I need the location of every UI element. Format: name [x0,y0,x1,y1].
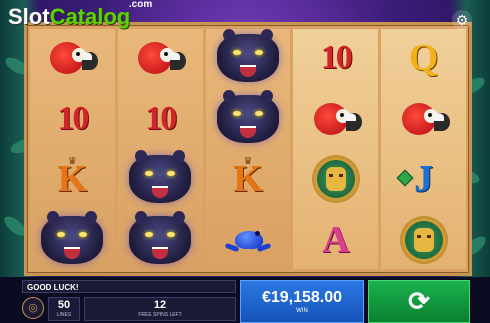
reels-grid: 10 ♛ K 10 ♛ K 10 A Q J [30,27,466,270]
crown-icon: ♛ [67,156,77,167]
symbol-mask [381,211,466,270]
symbol-king: ♛ K [206,150,291,209]
symbol-panther [118,208,203,270]
lines-label: LINES [56,312,72,318]
symbol-parrot [293,90,378,149]
symbol-frog [206,211,291,270]
panther-icon [129,148,192,204]
symbol-ten-label: 10 [320,39,353,77]
symbol-ten: 10 [30,90,115,149]
symbol-queen-label: Q [408,37,439,80]
reel-3: ♛ K [205,27,291,270]
panther-icon [216,27,279,83]
symbol-ace-label: A [322,218,350,261]
symbol-jack-label: J [414,158,434,201]
free-spins-label: FREE SPINS LEFT [138,312,182,318]
reel-1: 10 ♛ K [30,29,115,269]
parrot-icon [398,99,450,139]
gem-icon [396,169,414,187]
symbol-ace: A [293,211,378,270]
status-message: GOOD LUCK! [22,280,236,293]
symbol-panther [206,27,291,88]
symbol-queen: Q [381,29,466,88]
win-value: €19,158.00 [261,289,343,306]
symbol-ten-label: 10 [145,99,177,137]
reel-2: 10 [117,29,203,270]
reel-5: Q J [381,29,466,269]
symbol-panther [206,87,291,149]
symbol-parrot [381,90,466,149]
mask-icon [311,155,360,204]
parrot-icon [134,38,187,78]
parrot-icon [310,99,362,139]
panther-icon [41,208,104,264]
symbol-parrot [118,29,203,88]
refresh-icon: ⟳ [408,286,430,316]
reel-frame: 10 ♛ K 10 ♛ K 10 A Q J [24,22,472,276]
crown-icon: ♛ [243,156,253,167]
symbol-panther [30,208,115,270]
free-spins-display: 12 FREE SPINS LEFT [84,297,236,321]
reel-4: 10 A [293,29,379,270]
watermark-slot: Slot [8,4,50,29]
win-display: €19,158.00 WIN [240,280,364,323]
panther-icon [129,208,192,264]
lines-display: 50 LINES [48,297,80,321]
watermark-suffix: .com [128,0,153,10]
mask-icon [399,215,448,264]
symbol-parrot [30,29,115,88]
watermark-catalog: Catalog [49,4,131,29]
symbol-jack: J [381,150,466,209]
spin-button[interactable]: ⟳ [368,280,470,323]
free-spins-value: 12 [153,299,167,311]
watermark-logo: SlotCatalog .com [8,0,152,29]
coin-icon[interactable]: ◎ [22,297,44,319]
panther-icon [216,87,279,143]
settings-icon[interactable]: ⚙ [452,10,472,30]
symbol-ten-label: 10 [57,99,89,137]
symbol-mask [293,150,378,209]
parrot-icon [46,38,99,78]
symbol-king: ♛ K [30,150,115,209]
frog-icon [224,225,272,255]
symbol-panther [118,148,203,209]
lines-value: 50 [57,299,71,311]
symbol-ten: 10 [293,29,378,88]
symbol-ten: 10 [118,90,203,149]
win-label: WIN [296,308,308,314]
